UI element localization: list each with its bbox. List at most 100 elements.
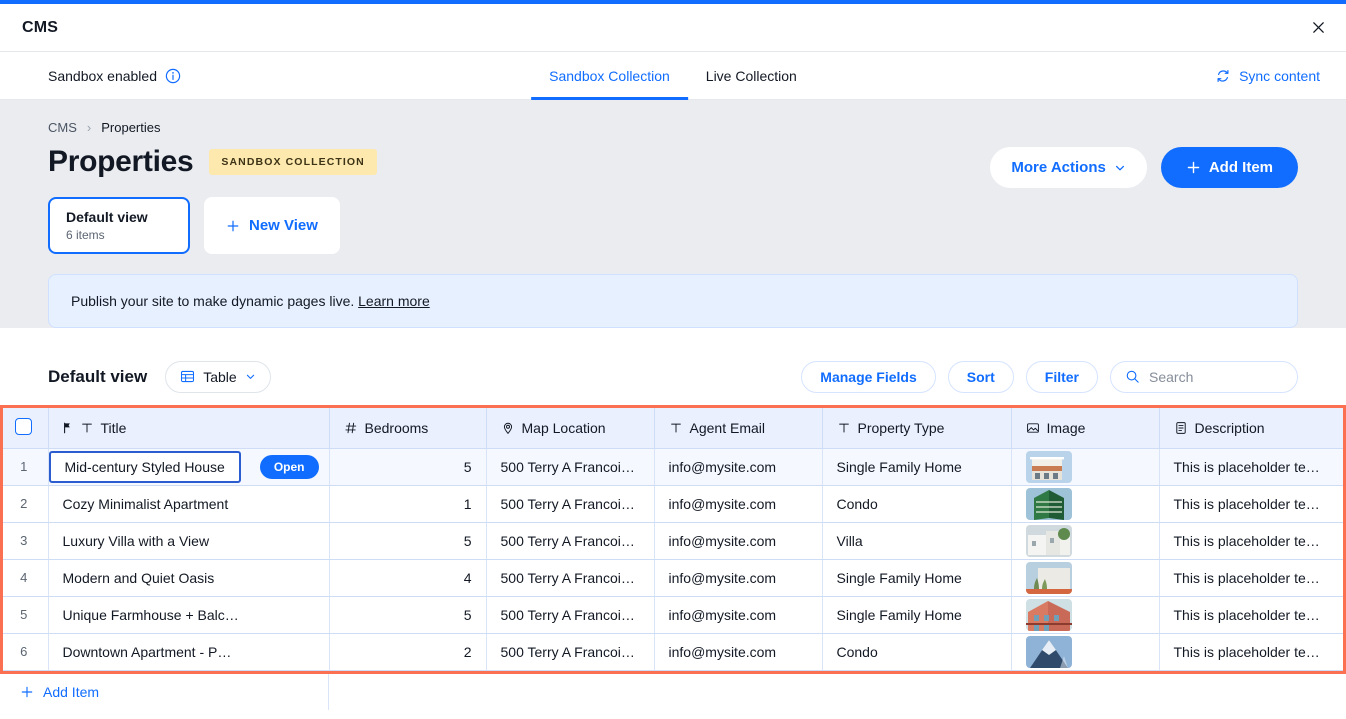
cell-map-location[interactable]: 500 Terry A Francois B… [486, 485, 655, 523]
cell-property-type[interactable]: Condo [822, 633, 1012, 671]
toolbar-view-name: Default view [48, 366, 148, 386]
row-index[interactable]: 1 [0, 448, 49, 486]
cell-bedrooms[interactable]: 5 [329, 522, 487, 560]
cell-description[interactable]: This is placeholder te… [1159, 522, 1346, 560]
select-all-checkbox[interactable] [15, 417, 33, 435]
cell-bedrooms[interactable]: 5 [329, 596, 487, 634]
cell-image[interactable] [1011, 559, 1160, 597]
row-index[interactable]: 5 [0, 596, 49, 634]
cell-title[interactable]: Cozy Minimalist Apartment [48, 485, 330, 523]
cell-title[interactable]: Modern and Quiet Oasis [48, 559, 330, 597]
sort-button[interactable]: Sort [947, 360, 1014, 393]
tab-sandbox-collection-label: Sandbox Collection [549, 67, 670, 84]
cell-title[interactable]: Mid-century Styled House Open [48, 448, 330, 486]
column-header-image[interactable]: Image [1011, 408, 1160, 449]
cell-property-type[interactable]: Single Family Home [822, 596, 1012, 634]
column-header-property-type[interactable]: Property Type [822, 408, 1012, 449]
table-row[interactable]: 3 Luxury Villa with a View 5 500 Terry A… [0, 522, 1346, 560]
cell-description[interactable]: This is placeholder te… [1159, 448, 1346, 486]
learn-more-link[interactable]: Learn more [358, 293, 430, 309]
column-header-description[interactable]: Description [1159, 408, 1346, 449]
table-row[interactable]: 5 Unique Farmhouse + Balc… 5 500 Terry A… [0, 596, 1346, 634]
view-card-default[interactable]: Default view 6 items [48, 197, 190, 254]
cell-bedrooms[interactable]: 5 [329, 448, 487, 486]
collection-tabs: Sandbox Collection Live Collection [531, 52, 815, 100]
cell-property-type[interactable]: Condo [822, 485, 1012, 523]
map-pin-icon [501, 421, 515, 435]
cell-map-location[interactable]: 500 Terry A Francois B… [486, 633, 655, 671]
row-index[interactable]: 4 [0, 559, 49, 597]
cell-description[interactable]: This is placeholder te… [1159, 559, 1346, 597]
cell-description[interactable]: This is placeholder te… [1159, 633, 1346, 671]
breadcrumb-root[interactable]: CMS [48, 120, 77, 135]
cell-map-location[interactable]: 500 Terry A Francois B… [486, 448, 655, 486]
publish-notice-text: Publish your site to make dynamic pages … [71, 293, 355, 309]
cell-map-location[interactable]: 500 Terry A Francois B… [486, 559, 655, 597]
info-icon[interactable] [165, 68, 181, 84]
select-all-header[interactable] [0, 408, 49, 449]
layout-selector[interactable]: Table [165, 360, 271, 393]
column-header-map-location[interactable]: Map Location [486, 408, 655, 449]
sync-content-button[interactable]: Sync content [1215, 68, 1320, 84]
chevron-down-icon [245, 371, 256, 382]
close-icon[interactable] [1304, 14, 1332, 42]
table-row[interactable]: 1 Mid-century Styled House Open 5 500 Te… [0, 448, 1346, 486]
cell-bedrooms[interactable]: 2 [329, 633, 487, 671]
manage-fields-button[interactable]: Manage Fields [801, 360, 936, 393]
breadcrumb-current[interactable]: Properties [101, 120, 160, 135]
sandbox-status-label: Sandbox enabled [48, 67, 157, 84]
column-header-bedrooms[interactable]: Bedrooms [329, 408, 487, 449]
cell-property-type[interactable]: Single Family Home [822, 448, 1012, 486]
cell-agent-email[interactable]: info@mysite.com [654, 522, 823, 560]
text-field-icon [80, 421, 94, 435]
open-item-button[interactable]: Open [259, 454, 319, 479]
cell-agent-email[interactable]: info@mysite.com [654, 633, 823, 671]
cell-description[interactable]: This is placeholder te… [1159, 596, 1346, 634]
header-actions: More Actions Add Item [990, 147, 1298, 188]
filter-button[interactable]: Filter [1025, 360, 1098, 393]
row-index[interactable]: 2 [0, 485, 49, 523]
cell-title[interactable]: Luxury Villa with a View [48, 522, 330, 560]
layout-selector-label: Table [203, 368, 237, 385]
row-index[interactable]: 6 [0, 633, 49, 671]
table-row[interactable]: 6 Downtown Apartment - P… 2 500 Terry A … [0, 633, 1346, 671]
cell-image[interactable] [1011, 596, 1160, 634]
cell-agent-email[interactable]: info@mysite.com [654, 559, 823, 597]
cell-title[interactable]: Unique Farmhouse + Balc… [48, 596, 330, 634]
more-actions-button[interactable]: More Actions [990, 147, 1147, 188]
cell-image[interactable] [1011, 633, 1160, 671]
mountain-building-thumbnail [1025, 635, 1072, 668]
cell-description[interactable]: This is placeholder te… [1159, 485, 1346, 523]
column-header-title[interactable]: Title [48, 408, 330, 449]
column-header-agent-email[interactable]: Agent Email [654, 408, 823, 449]
views-row: Default view 6 items New View [48, 197, 1298, 254]
cell-image[interactable] [1011, 522, 1160, 560]
table-row[interactable]: 2 Cozy Minimalist Apartment 1 500 Terry … [0, 485, 1346, 523]
cell-agent-email[interactable]: info@mysite.com [654, 448, 823, 486]
cell-bedrooms[interactable]: 1 [329, 485, 487, 523]
add-item-button[interactable]: Add Item [1160, 147, 1298, 188]
cell-agent-email[interactable]: info@mysite.com [654, 596, 823, 634]
cell-title[interactable]: Downtown Apartment - P… [48, 633, 330, 671]
cell-image[interactable] [1011, 448, 1160, 486]
chevron-down-icon [1114, 162, 1126, 174]
cell-map-location[interactable]: 500 Terry A Francois B… [486, 522, 655, 560]
search-box[interactable] [1110, 360, 1298, 393]
cell-bedrooms[interactable]: 4 [329, 559, 487, 597]
tab-live-collection[interactable]: Live Collection [688, 52, 815, 100]
cell-agent-email[interactable]: info@mysite.com [654, 485, 823, 523]
cell-property-type[interactable]: Single Family Home [822, 559, 1012, 597]
new-view-button[interactable]: New View [204, 197, 340, 254]
search-input[interactable] [1149, 368, 1283, 385]
table-row[interactable]: 4 Modern and Quiet Oasis 4 500 Terry A F… [0, 559, 1346, 597]
cell-map-location[interactable]: 500 Terry A Francois B… [486, 596, 655, 634]
selection-outline-left [0, 408, 3, 671]
tab-sandbox-collection[interactable]: Sandbox Collection [531, 52, 688, 100]
text-field-icon [837, 421, 851, 435]
cell-title-text: Downtown Apartment - P… [62, 643, 232, 660]
cell-property-type[interactable]: Villa [822, 522, 1012, 560]
footer-add-item-button[interactable]: Add Item [0, 673, 329, 710]
view-card-title: Default view [66, 209, 148, 225]
row-index[interactable]: 3 [0, 522, 49, 560]
cell-image[interactable] [1011, 485, 1160, 523]
